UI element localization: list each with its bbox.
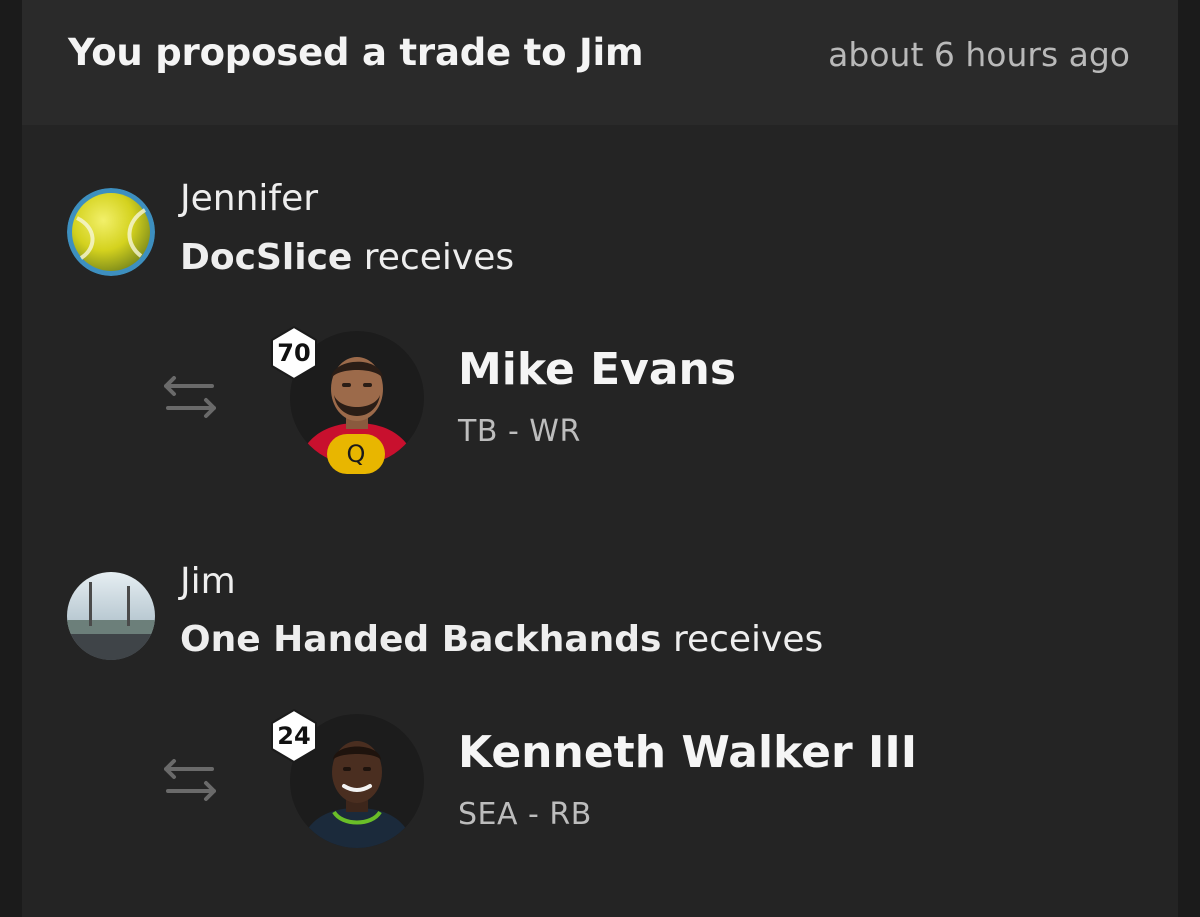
- team-name[interactable]: DocSlice: [180, 237, 352, 278]
- landscape-photo-icon: [67, 572, 155, 660]
- team-avatar[interactable]: [67, 572, 155, 660]
- receives-label: receives: [672, 619, 824, 660]
- tennis-ball-icon: [67, 188, 155, 276]
- swap-arrows-icon: [164, 759, 216, 801]
- team-name[interactable]: One Handed Backhands: [180, 619, 661, 660]
- receives-label: receives: [363, 237, 515, 278]
- trade-title: You proposed a trade to Jim: [68, 31, 644, 74]
- swap-arrows-icon: [164, 376, 216, 418]
- trade-card: You proposed a trade to Jim about 6 hour…: [22, 0, 1178, 917]
- team-avatar[interactable]: [67, 188, 155, 276]
- owner-name: Jim: [180, 561, 236, 602]
- player-name[interactable]: Kenneth Walker III: [458, 727, 917, 778]
- trade-timestamp: about 6 hours ago: [828, 35, 1130, 74]
- injury-status-badge: Q: [327, 434, 385, 474]
- rank-value: 24: [277, 722, 311, 750]
- player-team-position: TB - WR: [458, 414, 581, 449]
- player-team-position: SEA - RB: [458, 797, 592, 832]
- receives-line: One Handed Backhands receives: [180, 619, 823, 660]
- receives-line: DocSlice receives: [180, 237, 514, 278]
- owner-name: Jennifer: [180, 178, 319, 219]
- player-name[interactable]: Mike Evans: [458, 344, 736, 395]
- trade-header: You proposed a trade to Jim about 6 hour…: [22, 0, 1178, 125]
- rank-value: 70: [277, 339, 311, 367]
